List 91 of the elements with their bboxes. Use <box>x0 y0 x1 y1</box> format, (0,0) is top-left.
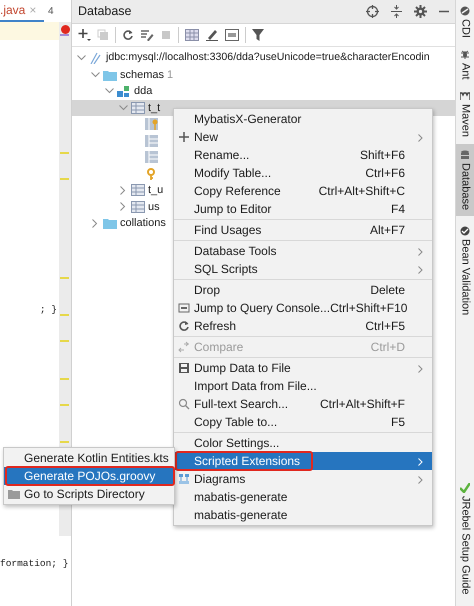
pencil-icon[interactable] <box>205 29 219 41</box>
refresh-icon <box>178 320 190 332</box>
stripe-mark <box>60 152 69 154</box>
plus-icon <box>178 131 190 143</box>
menu-item[interactable]: Refresh Ctrl+F5 <box>174 317 432 335</box>
floppy-icon <box>178 362 190 374</box>
stripe-mark <box>60 314 69 316</box>
folder-icon <box>103 68 117 81</box>
menu-item[interactable]: Jump to Editor F4 <box>174 200 432 218</box>
code-line: formation; } <box>0 557 68 571</box>
menu-item[interactable]: mabatis-generate <box>174 488 432 506</box>
locate-icon[interactable] <box>366 5 379 18</box>
table-icon <box>131 102 145 114</box>
filter-icon[interactable] <box>252 29 264 41</box>
menu-item[interactable]: Copy Reference Ctrl+Alt+Shift+C <box>174 182 432 200</box>
code-line: ; } <box>40 303 57 317</box>
tree-label: collations <box>120 216 166 231</box>
menu-item[interactable]: Rename... Shift+F6 <box>174 146 432 164</box>
menu-item[interactable]: Drop Delete <box>174 281 432 299</box>
properties-icon[interactable] <box>140 29 154 41</box>
tab-count[interactable]: 4 <box>48 4 54 19</box>
console-icon[interactable] <box>225 29 239 41</box>
tree-label: dda <box>134 84 152 99</box>
menu-item[interactable]: Generate POJOs.groovy <box>4 467 174 485</box>
chevron-down-icon[interactable] <box>104 88 114 94</box>
ant-icon <box>460 50 470 60</box>
menu-item[interactable]: Generate Kotlin Entities.kts <box>4 449 174 467</box>
item-count: 1 <box>167 68 174 82</box>
maven-icon <box>460 91 470 102</box>
stripe-mark <box>60 378 69 380</box>
panel-title: Database <box>78 3 132 20</box>
datasource-icon <box>89 52 103 64</box>
tool-window-tab[interactable]: Maven <box>456 85 474 144</box>
menu-item[interactable]: Copy Table to... F5 <box>174 413 432 431</box>
tool-window-tab[interactable]: CDI <box>456 0 474 44</box>
tree-label: schemas <box>120 68 164 82</box>
tool-window-tab[interactable]: Database <box>456 144 474 216</box>
tree-label: t_t <box>148 100 160 116</box>
chevron-right-icon[interactable] <box>120 202 126 212</box>
check-icon <box>460 226 470 236</box>
diagram-icon <box>178 473 190 485</box>
menu-item[interactable]: Full-text Search... Ctrl+Alt+Shift+F <box>174 395 432 413</box>
stripe-mark <box>60 404 69 406</box>
cdi-icon <box>460 6 470 16</box>
menu-item[interactable]: Import Data from File... <box>174 377 432 395</box>
table-icon <box>131 184 145 196</box>
tree-label: t_u <box>148 183 164 198</box>
add-icon[interactable] <box>78 28 91 42</box>
stripe-mark <box>60 441 69 443</box>
tree-label: jdbc:mysql://localhost:3306/dda?useUnicode=true&characterEncodin <box>106 50 430 66</box>
chevron-down-icon[interactable] <box>76 55 86 62</box>
tool-window-tab[interactable]: Ant <box>456 44 474 86</box>
tool-window-tab[interactable]: JRebel Setup Guide <box>456 476 474 600</box>
menu-item[interactable]: Jump to Query Console...Ctrl+Shift+F10 <box>174 299 432 317</box>
settings-icon[interactable] <box>414 5 427 18</box>
menu-item[interactable]: Go to Scripts Directory <box>4 485 174 503</box>
collapse-icon[interactable] <box>391 5 402 18</box>
column-icon <box>145 151 159 164</box>
chevron-right-icon[interactable] <box>92 218 98 228</box>
menu-item[interactable]: mabatis-generate <box>174 506 432 524</box>
tool-window-tab[interactable]: Bean Validation <box>456 220 474 321</box>
search-icon <box>178 398 190 410</box>
menu-item[interactable]: MybatisX-Generator <box>174 110 432 128</box>
table-icon <box>131 200 145 213</box>
compare-icon <box>178 341 190 353</box>
column-key-icon <box>145 118 159 130</box>
column-icon <box>145 134 159 147</box>
chevron-down-icon[interactable] <box>90 72 100 78</box>
menu-item[interactable]: Find Usages Alt+F7 <box>174 221 432 239</box>
chevron-right-icon[interactable] <box>120 186 126 195</box>
menu-item[interactable]: Scripted Extensions <box>174 452 432 470</box>
menu-item[interactable]: New <box>174 128 432 146</box>
menu-item[interactable]: Dump Data to File <box>174 359 432 377</box>
menu-item[interactable]: Diagrams <box>174 470 432 488</box>
stripe-mark <box>60 340 69 342</box>
folder-icon <box>8 488 20 500</box>
menu-item[interactable]: SQL Scripts <box>174 260 432 278</box>
stripe-mark <box>60 277 69 279</box>
menu-item[interactable]: Color Settings... <box>174 434 432 452</box>
tree-label: us <box>148 200 160 214</box>
folder-icon <box>103 217 117 230</box>
refresh-icon[interactable] <box>122 29 134 41</box>
schema-icon <box>117 85 131 98</box>
stripe-mark <box>60 178 69 180</box>
console-icon <box>178 302 190 314</box>
check-icon <box>460 482 470 493</box>
database-icon <box>460 150 470 160</box>
current-line-highlight <box>0 22 59 40</box>
menu-item[interactable]: Database Tools <box>174 242 432 260</box>
stripe-mark <box>60 34 69 36</box>
menu-item[interactable]: Modify Table... Ctrl+F6 <box>174 164 432 182</box>
